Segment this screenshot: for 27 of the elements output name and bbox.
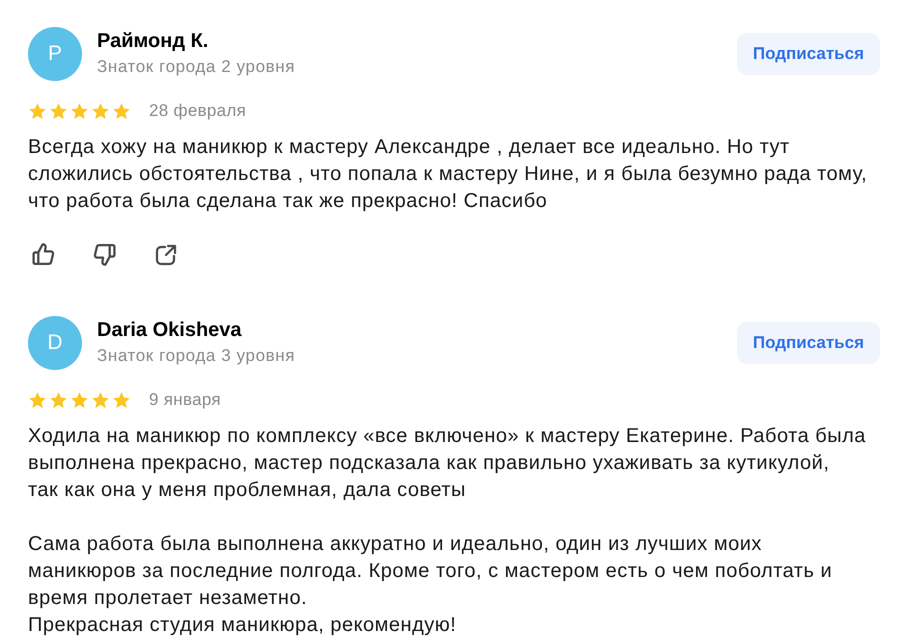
thumbs-down-icon: [92, 242, 117, 267]
author-name: Раймонд К.: [97, 30, 210, 53]
star-icon: [91, 102, 110, 120]
thumbs-up-icon: [31, 242, 56, 267]
author-level: Знаток города 3 уровня: [97, 346, 296, 366]
share-icon: [154, 242, 178, 266]
review-text: Ходила на маникюр по комплексу «все включено» к мастеру Екатерине. Работа была выполнена прекрасно, мастер подсказала как правильно ухаживать за кутикулой, так как она у меня проблемная, дала советы Сама работа была выполнена аккуратно и идеально, один из лучших моих маникюров за последние полгода. Кроме того, с мастером есть о чем поболтать и время пролетает незаметно. Прекрасная студия маникюра, рекомендую!: [28, 424, 867, 638]
subscribe-button[interactable]: Подписаться: [736, 33, 880, 75]
avatar: Р: [28, 27, 82, 81]
star-icon: [91, 390, 110, 410]
like-button[interactable]: [30, 241, 57, 268]
star-icon: [28, 102, 47, 120]
review-date: 9 января: [149, 390, 221, 410]
star-icon: [49, 102, 68, 120]
author-name: Daria Okisheva: [97, 319, 243, 342]
avatar: D: [28, 316, 82, 370]
star-icon: [112, 102, 131, 120]
star-icon: [70, 102, 89, 120]
star-icon: [112, 390, 131, 410]
author-level: Знаток города 2 уровня: [97, 57, 296, 77]
subscribe-button[interactable]: Подписаться: [736, 322, 880, 364]
star-icon: [70, 390, 89, 410]
dislike-button[interactable]: [91, 241, 118, 268]
star-icon: [49, 390, 68, 410]
review-text: Всегда хожу на маникюр к мастеру Александре , делает все идеально. Но тут сложились обстоятельства , что попала к мастеру Нине, и я была безумно рада тому, что работа была сделана так же прекрасно! Спасибо: [28, 135, 868, 214]
star-icon: [28, 390, 47, 410]
review-date: 28 февраля: [149, 101, 246, 121]
